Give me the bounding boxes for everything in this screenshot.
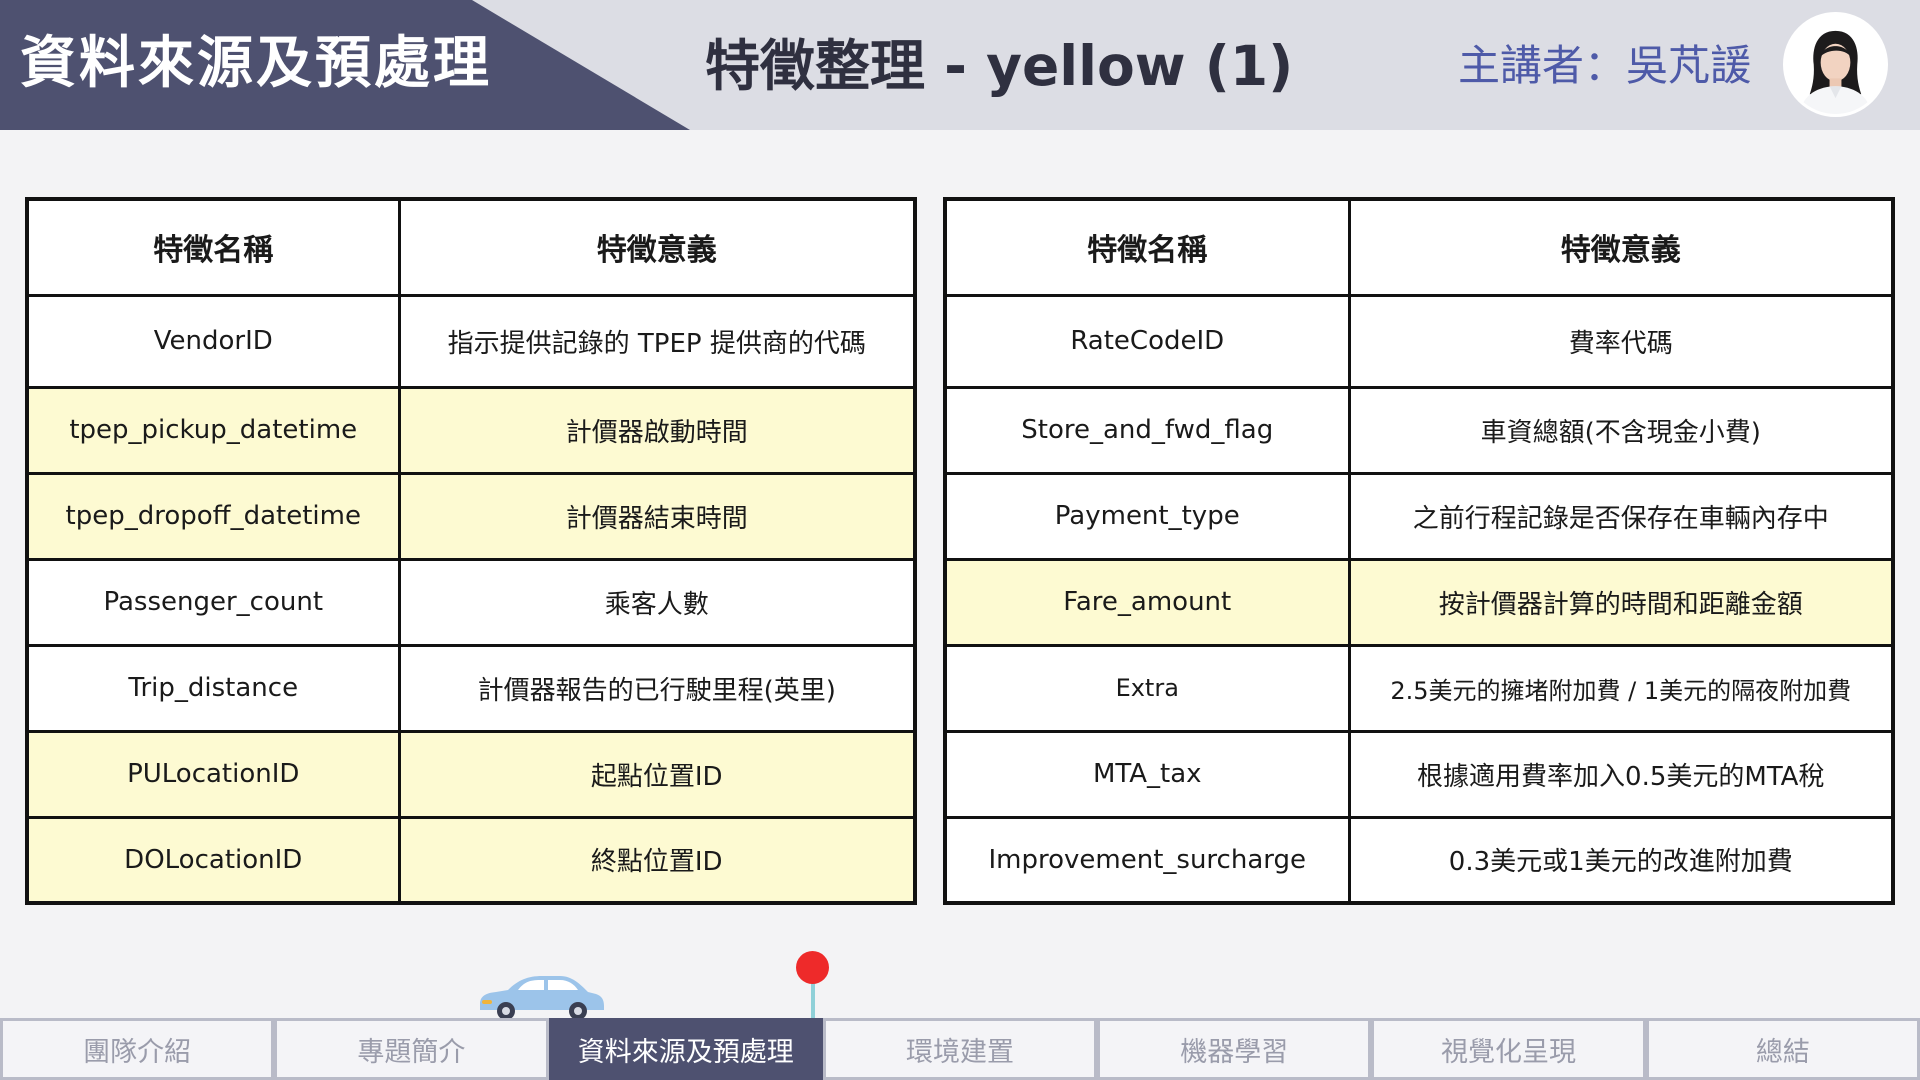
feature-meaning-cell: 計價器結束時間 — [397, 471, 917, 561]
nav-tab-project[interactable]: 專題簡介 — [274, 1018, 549, 1080]
table-row: tpep_pickup_datetime 計價器啟動時間 — [25, 385, 917, 475]
location-pin-stick — [811, 978, 815, 1018]
feature-meaning-cell: 終點位置ID — [397, 815, 917, 905]
feature-table-left: 特徵名稱 特徵意義 VendorID 指示提供記錄的 TPEP 提供商的代碼 t… — [25, 197, 917, 905]
table-row: Trip_distance 計價器報告的已行駛里程(英里) — [25, 643, 917, 733]
avatar-icon — [1783, 12, 1888, 117]
feature-meaning-cell: 指示提供記錄的 TPEP 提供商的代碼 — [397, 293, 917, 389]
section-title: 資料來源及預處理 — [20, 31, 492, 96]
table-row: Improvement_surcharge 0.3美元或1美元的改進附加費 — [943, 815, 1895, 905]
feature-meaning-cell: 起點位置ID — [397, 729, 917, 819]
feature-name-cell: PULocationID — [25, 729, 401, 819]
column-header-meaning: 特徵意義 — [397, 197, 917, 297]
feature-name-cell: Store_and_fwd_flag — [943, 385, 1351, 475]
feature-name-cell: Extra — [943, 643, 1351, 733]
feature-meaning-cell: 2.5美元的擁堵附加費 / 1美元的隔夜附加費 — [1347, 643, 1895, 733]
table-row: PULocationID 起點位置ID — [25, 729, 917, 819]
speaker-name: 主講者：吳芃諼 — [1458, 41, 1753, 90]
table-row: Passenger_count 乘客人數 — [25, 557, 917, 647]
table-row: Store_and_fwd_flag 車資總額(不含現金小費) — [943, 385, 1895, 475]
feature-name-cell: Passenger_count — [25, 557, 401, 647]
feature-name-cell: VendorID — [25, 293, 401, 389]
nav-tab-summary[interactable]: 總結 — [1645, 1018, 1920, 1080]
column-header-name: 特徵名稱 — [943, 197, 1351, 297]
header-bar: 資料來源及預處理 特徵整理 - yellow (1) 主講者：吳芃諼 — [0, 0, 1920, 130]
feature-name-cell: Trip_distance — [25, 643, 401, 733]
nav-tab-visualization[interactable]: 視覺化呈現 — [1371, 1018, 1646, 1080]
car-icon — [474, 970, 606, 1020]
table-header-row: 特徵名稱 特徵意義 — [25, 197, 917, 297]
feature-name-cell: tpep_dropoff_datetime — [25, 471, 401, 561]
table-row: tpep_dropoff_datetime 計價器結束時間 — [25, 471, 917, 561]
feature-meaning-cell: 按計價器計算的時間和距離金額 — [1347, 557, 1895, 647]
table-row: Extra 2.5美元的擁堵附加費 / 1美元的隔夜附加費 — [943, 643, 1895, 733]
feature-name-cell: RateCodeID — [943, 293, 1351, 389]
nav-tab-machine-learning[interactable]: 機器學習 — [1097, 1018, 1372, 1080]
table-row: Payment_type 之前行程記錄是否保存在車輛內存中 — [943, 471, 1895, 561]
table-row: DOLocationID 終點位置ID — [25, 815, 917, 905]
feature-name-cell: MTA_tax — [943, 729, 1351, 819]
feature-name-cell: Payment_type — [943, 471, 1351, 561]
feature-name-cell: DOLocationID — [25, 815, 401, 905]
feature-meaning-cell: 乘客人數 — [397, 557, 917, 647]
table-row: MTA_tax 根據適用費率加入0.5美元的MTA稅 — [943, 729, 1895, 819]
nav-tab-data-source[interactable]: 資料來源及預處理 — [548, 1018, 823, 1080]
feature-name-cell: Fare_amount — [943, 557, 1351, 647]
feature-meaning-cell: 0.3美元或1美元的改進附加費 — [1347, 815, 1895, 905]
table-row: Fare_amount 按計價器計算的時間和距離金額 — [943, 557, 1895, 647]
bottom-nav: 團隊介紹 專題簡介 資料來源及預處理 環境建置 機器學習 視覺化呈現 總結 — [0, 1018, 1920, 1080]
feature-meaning-cell: 計價器報告的已行駛里程(英里) — [397, 643, 917, 733]
feature-meaning-cell: 根據適用費率加入0.5美元的MTA稅 — [1347, 729, 1895, 819]
feature-name-cell: tpep_pickup_datetime — [25, 385, 401, 475]
column-header-meaning: 特徵意義 — [1347, 197, 1895, 297]
feature-meaning-cell: 計價器啟動時間 — [397, 385, 917, 475]
feature-name-cell: Improvement_surcharge — [943, 815, 1351, 905]
column-header-name: 特徵名稱 — [25, 197, 401, 297]
feature-table-right: 特徵名稱 特徵意義 RateCodeID 費率代碼 Store_and_fwd_… — [943, 197, 1895, 905]
nav-tab-environment[interactable]: 環境建置 — [822, 1018, 1098, 1080]
table-row: VendorID 指示提供記錄的 TPEP 提供商的代碼 — [25, 293, 917, 389]
location-pin-icon — [796, 951, 829, 984]
feature-meaning-cell: 費率代碼 — [1347, 293, 1895, 389]
feature-meaning-cell: 之前行程記錄是否保存在車輛內存中 — [1347, 471, 1895, 561]
table-header-row: 特徵名稱 特徵意義 — [943, 197, 1895, 297]
nav-tab-team[interactable]: 團隊介紹 — [0, 1018, 275, 1080]
feature-meaning-cell: 車資總額(不含現金小費) — [1347, 385, 1895, 475]
slide-title: 特徵整理 - yellow (1) — [705, 34, 1294, 98]
table-row: RateCodeID 費率代碼 — [943, 293, 1895, 389]
